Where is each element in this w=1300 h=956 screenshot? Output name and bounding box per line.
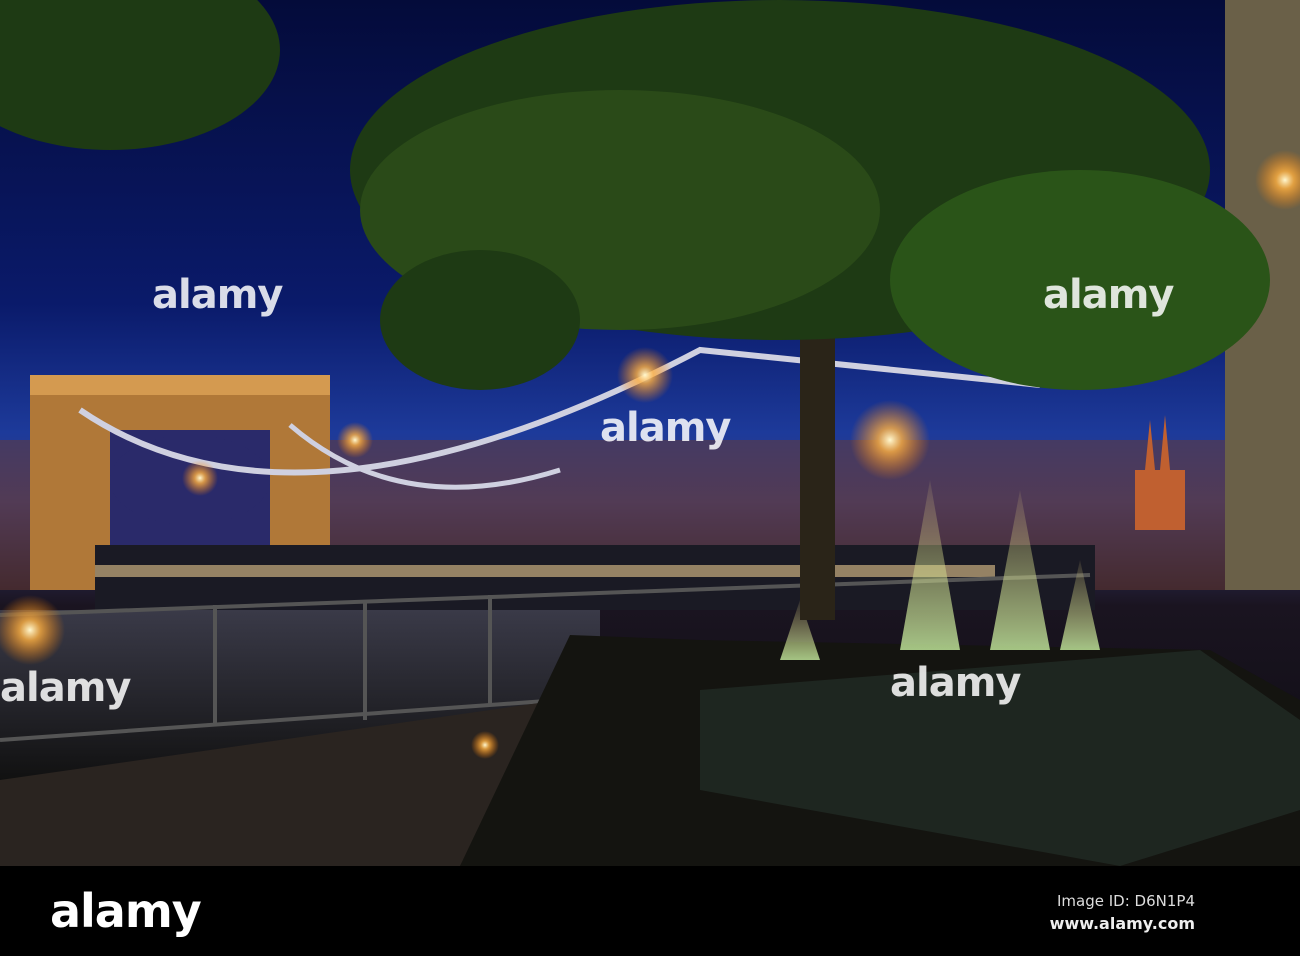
watermark: alamy: [0, 665, 131, 711]
site-url[interactable]: www.alamy.com: [1050, 914, 1195, 933]
watermark: alamy: [600, 405, 731, 451]
watermark: alamy: [152, 272, 283, 318]
image-id: Image ID: D6N1P4: [1057, 892, 1195, 910]
watermark: alamy: [1043, 272, 1174, 318]
night-bridge-photo: alamy alamy alamy alamy alamy: [0, 0, 1300, 866]
alamy-logo: alamy: [50, 884, 202, 938]
cathedral-spires: [1135, 415, 1185, 530]
watermark: alamy: [890, 660, 1021, 706]
